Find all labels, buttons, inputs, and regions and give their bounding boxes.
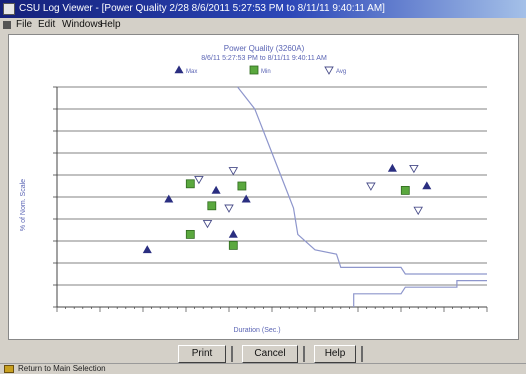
data-point-max — [164, 194, 174, 203]
menu-help[interactable]: Help — [100, 18, 121, 32]
data-point-min — [237, 181, 247, 191]
app-icon — [3, 3, 15, 15]
data-point-min — [207, 201, 217, 211]
print-button[interactable]: Print — [178, 345, 226, 363]
title-bar[interactable]: CSU Log Viewer - [Power Quality 2/28 8/6… — [0, 0, 526, 18]
status-bar: Return to Main Selection — [0, 363, 526, 374]
data-point-avg — [366, 182, 376, 191]
menu-windows[interactable]: Windows — [62, 18, 103, 32]
data-point-max — [241, 194, 251, 203]
help-button[interactable]: Help — [314, 345, 356, 363]
data-point-avg — [228, 167, 239, 176]
chart-legend: Max Min Avg — [174, 65, 346, 75]
limit-curve — [237, 86, 487, 275]
legend-marker-min — [249, 65, 259, 75]
data-point-min — [228, 240, 238, 250]
data-point-avg — [413, 206, 423, 216]
y-axis-label: % of Nom. Scale — [20, 179, 27, 231]
chart-subtitle: 8/6/11 5:27:53 PM to 8/11/11 9:40:11 AM — [201, 55, 327, 62]
status-icon — [4, 365, 14, 373]
legend-label-avg: Avg — [336, 69, 346, 75]
data-point-max — [211, 185, 221, 194]
menu-edit[interactable]: Edit — [38, 18, 55, 32]
menu-bar: File Edit Windows Help — [0, 18, 526, 32]
limit-curve — [353, 280, 487, 307]
chart-title: Power Quality (3260A) — [224, 44, 305, 53]
legend-label-min: Min — [261, 69, 271, 75]
button-divider — [303, 346, 305, 362]
scatter-chart: Power Quality (3260A) 8/6/11 5:27:53 PM … — [20, 44, 488, 334]
menu-file[interactable]: File — [16, 18, 32, 32]
data-point-avg — [202, 219, 213, 229]
legend-marker-avg — [324, 66, 334, 75]
window-title: CSU Log Viewer - [Power Quality 2/28 8/6… — [19, 3, 385, 14]
data-points — [142, 163, 432, 254]
button-bar: Print Cancel Help — [0, 345, 526, 365]
app-window: CSU Log Viewer - [Power Quality 2/28 8/6… — [0, 0, 526, 374]
button-divider — [231, 346, 233, 362]
status-text: Return to Main Selection — [18, 364, 106, 373]
data-point-min — [185, 179, 195, 189]
axis-ticks — [53, 86, 488, 312]
data-point-min — [185, 229, 195, 239]
data-point-min — [400, 185, 410, 195]
data-point-avg — [409, 164, 419, 174]
data-point-max — [142, 245, 152, 254]
data-point-max — [422, 181, 432, 190]
legend-marker-max — [174, 65, 184, 74]
data-point-avg — [224, 204, 234, 213]
legend-label-max: Max — [186, 69, 197, 75]
data-point-avg — [194, 175, 204, 185]
data-point-max — [387, 163, 397, 172]
cancel-button[interactable]: Cancel — [242, 345, 298, 363]
x-axis-label: Duration (Sec.) — [233, 327, 280, 334]
document-icon — [3, 21, 11, 29]
data-point-max — [228, 229, 238, 238]
button-divider — [361, 346, 363, 362]
chart-panel: Power Quality (3260A) 8/6/11 5:27:53 PM … — [8, 34, 519, 340]
